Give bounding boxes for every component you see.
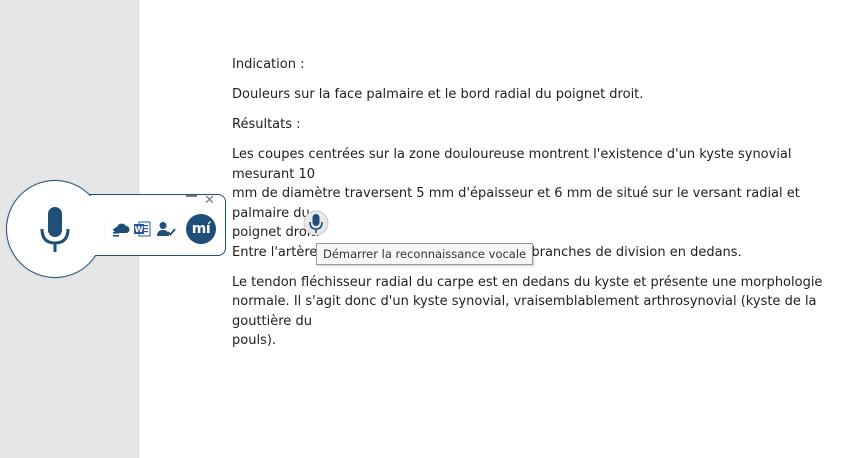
document-text[interactable]: Indication : Douleurs sur la face palmai… bbox=[232, 55, 842, 351]
microphone-icon[interactable] bbox=[39, 205, 71, 255]
indication-text: Douleurs sur la face palmaire et le bord… bbox=[232, 87, 644, 102]
results-label: Résultats : bbox=[232, 117, 301, 132]
indication-label: Indication : bbox=[232, 57, 305, 72]
cloud-upload-icon[interactable] bbox=[112, 221, 130, 237]
close-button[interactable]: ✕ bbox=[204, 194, 215, 207]
svg-text:W: W bbox=[135, 225, 144, 234]
tendon-line-2: normale. Il s'agit donc d'un kyste synov… bbox=[232, 294, 817, 329]
minimize-button[interactable] bbox=[186, 195, 197, 197]
word-icon[interactable]: W bbox=[133, 220, 151, 238]
tendon-line-1: Le tendon fléchisseur radial du carpe es… bbox=[232, 274, 823, 290]
tendon-line-3: pouls). bbox=[232, 333, 277, 348]
tooltip: Démarrer la reconnaissance vocale bbox=[316, 243, 534, 265]
results-line-1: Les coupes centrées sur la zone douloure… bbox=[232, 147, 792, 182]
mi-logo[interactable]: mí bbox=[186, 214, 216, 244]
floating-microphone-icon[interactable] bbox=[303, 210, 329, 236]
user-check-icon[interactable] bbox=[156, 221, 176, 237]
